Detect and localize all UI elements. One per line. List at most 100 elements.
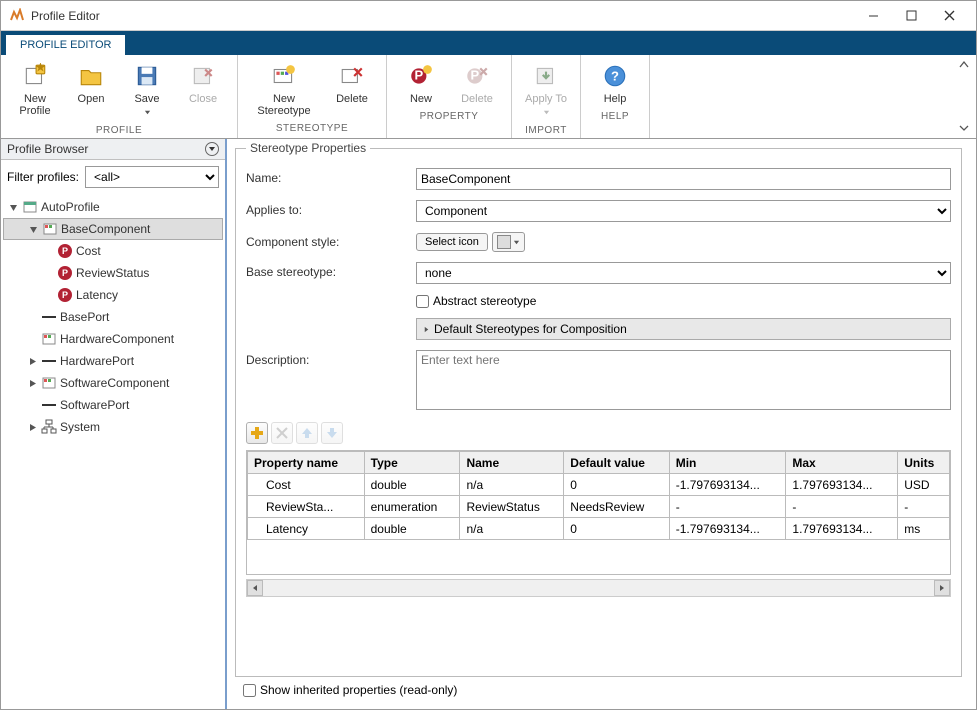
- save-dropdown-icon: [144, 105, 151, 119]
- save-button[interactable]: Save: [119, 59, 175, 121]
- ribbon-group-import: Apply To IMPORT: [512, 55, 581, 138]
- close-profile-icon: [190, 63, 216, 89]
- tree-item-label: BasePort: [60, 310, 109, 324]
- tree-root[interactable]: AutoProfile: [3, 196, 223, 218]
- profile-tree[interactable]: AutoProfileBaseComponentPCostPReviewStat…: [1, 194, 225, 709]
- profile-browser-panel: Profile Browser Filter profiles: <all> A…: [1, 139, 227, 709]
- tree-item-label: SoftwareComponent: [60, 376, 169, 390]
- scroll-left-icon[interactable]: [247, 580, 263, 596]
- ribbon-group-property: P New P Delete PROPERTY: [387, 55, 512, 138]
- app-logo-icon: [9, 8, 25, 24]
- help-button[interactable]: ? Help: [587, 59, 643, 107]
- component-icon: [42, 221, 58, 237]
- table-row-empty: [248, 540, 950, 574]
- tree-item[interactable]: HardwarePort: [3, 350, 223, 372]
- delete-property-button: P Delete: [449, 59, 505, 107]
- tree-item[interactable]: System: [3, 416, 223, 438]
- table-row[interactable]: Latencydoublen/a0-1.797693134...1.797693…: [248, 518, 950, 540]
- ribbon-collapse-icon[interactable]: [956, 120, 972, 136]
- ribbon-tabstrip: PROFILE EDITOR: [1, 31, 976, 55]
- table-row[interactable]: ReviewSta...enumerationReviewStatusNeeds…: [248, 496, 950, 518]
- tree-item[interactable]: BaseComponent: [3, 218, 223, 240]
- new-property-button[interactable]: P New: [393, 59, 449, 107]
- tree-item[interactable]: SoftwareComponent: [3, 372, 223, 394]
- abstract-checkbox[interactable]: [416, 295, 429, 308]
- table-header[interactable]: Type: [364, 452, 460, 474]
- port-icon: [41, 353, 57, 369]
- default-stereotypes-expander[interactable]: Default Stereotypes for Composition: [416, 318, 951, 340]
- save-icon: [134, 63, 160, 89]
- scroll-right-icon[interactable]: [934, 580, 950, 596]
- component-icon: [41, 331, 57, 347]
- port-icon: [41, 397, 57, 413]
- maximize-button[interactable]: [892, 4, 930, 28]
- tab-profile-editor[interactable]: PROFILE EDITOR: [5, 34, 126, 55]
- table-row[interactable]: Costdoublen/a0-1.797693134...1.797693134…: [248, 474, 950, 496]
- base-stereotype-select[interactable]: none: [416, 262, 951, 284]
- panel-menu-button[interactable]: [205, 142, 219, 156]
- add-property-button[interactable]: [246, 422, 268, 444]
- delete-property-icon: P: [464, 63, 490, 89]
- remove-property-button: [271, 422, 293, 444]
- filter-profiles-select[interactable]: <all>: [85, 166, 219, 188]
- component-style-label: Component style:: [246, 232, 416, 249]
- table-scrollbar[interactable]: [246, 579, 951, 597]
- tree-item[interactable]: BasePort: [3, 306, 223, 328]
- tree-item-label: Latency: [76, 288, 118, 302]
- select-icon-button[interactable]: Select icon: [416, 233, 488, 251]
- delete-stereotype-button[interactable]: Delete: [324, 59, 380, 119]
- filter-label: Filter profiles:: [7, 170, 79, 184]
- table-header[interactable]: Units: [898, 452, 950, 474]
- profile-icon: [22, 199, 38, 215]
- chevron-down-icon: [513, 235, 520, 249]
- minimize-button[interactable]: [854, 4, 892, 28]
- tree-item[interactable]: PLatency: [3, 284, 223, 306]
- triangle-right-icon[interactable]: [26, 357, 38, 366]
- stereotype-properties-panel: Stereotype Properties Name: Applies to: …: [227, 139, 976, 709]
- open-button[interactable]: Open: [63, 59, 119, 121]
- tree-item[interactable]: PReviewStatus: [3, 262, 223, 284]
- tree-item-label: ReviewStatus: [76, 266, 149, 280]
- svg-text:★: ★: [35, 63, 47, 75]
- new-stereotype-button[interactable]: New Stereotype: [244, 59, 324, 119]
- triangle-down-icon[interactable]: [7, 203, 19, 212]
- table-header[interactable]: Min: [669, 452, 786, 474]
- ribbon-collapse-up-icon[interactable]: [956, 57, 972, 73]
- help-icon: ?: [602, 63, 628, 89]
- applies-to-select[interactable]: Component: [416, 200, 951, 222]
- table-header[interactable]: Name: [460, 452, 564, 474]
- triangle-right-icon[interactable]: [26, 423, 38, 432]
- properties-table[interactable]: Property nameTypeNameDefault valueMinMax…: [247, 451, 950, 574]
- move-down-button: [321, 422, 343, 444]
- show-inherited-checkbox[interactable]: [243, 684, 256, 697]
- close-button[interactable]: [930, 4, 968, 28]
- open-icon: [78, 63, 104, 89]
- property-p-icon: P: [57, 265, 73, 281]
- tree-item-label: SoftwarePort: [60, 398, 129, 412]
- table-header[interactable]: Default value: [564, 452, 669, 474]
- icon-color-picker[interactable]: [492, 232, 525, 252]
- new-stereotype-icon: [271, 63, 297, 89]
- tree-item-label: HardwareComponent: [60, 332, 174, 346]
- body: Profile Browser Filter profiles: <all> A…: [1, 139, 976, 709]
- triangle-right-icon: [423, 322, 430, 336]
- profile-browser-header: Profile Browser: [1, 139, 225, 160]
- ribbon-group-profile: ★ New Profile Open Save Close PROFILE: [1, 55, 238, 138]
- tree-item[interactable]: SoftwarePort: [3, 394, 223, 416]
- table-header[interactable]: Property name: [248, 452, 365, 474]
- triangle-right-icon[interactable]: [26, 379, 38, 388]
- port-icon: [41, 309, 57, 325]
- name-input[interactable]: [416, 168, 951, 190]
- tree-item[interactable]: HardwareComponent: [3, 328, 223, 350]
- delete-stereotype-icon: [339, 63, 365, 89]
- name-label: Name:: [246, 168, 416, 185]
- tree-item[interactable]: PCost: [3, 240, 223, 262]
- tree-item-label: Cost: [76, 244, 101, 258]
- component-icon: [41, 375, 57, 391]
- new-profile-button[interactable]: ★ New Profile: [7, 59, 63, 121]
- triangle-down-icon[interactable]: [27, 225, 39, 234]
- table-header[interactable]: Max: [786, 452, 898, 474]
- move-up-button: [296, 422, 318, 444]
- description-textarea[interactable]: [416, 350, 951, 410]
- property-p-icon: P: [57, 243, 73, 259]
